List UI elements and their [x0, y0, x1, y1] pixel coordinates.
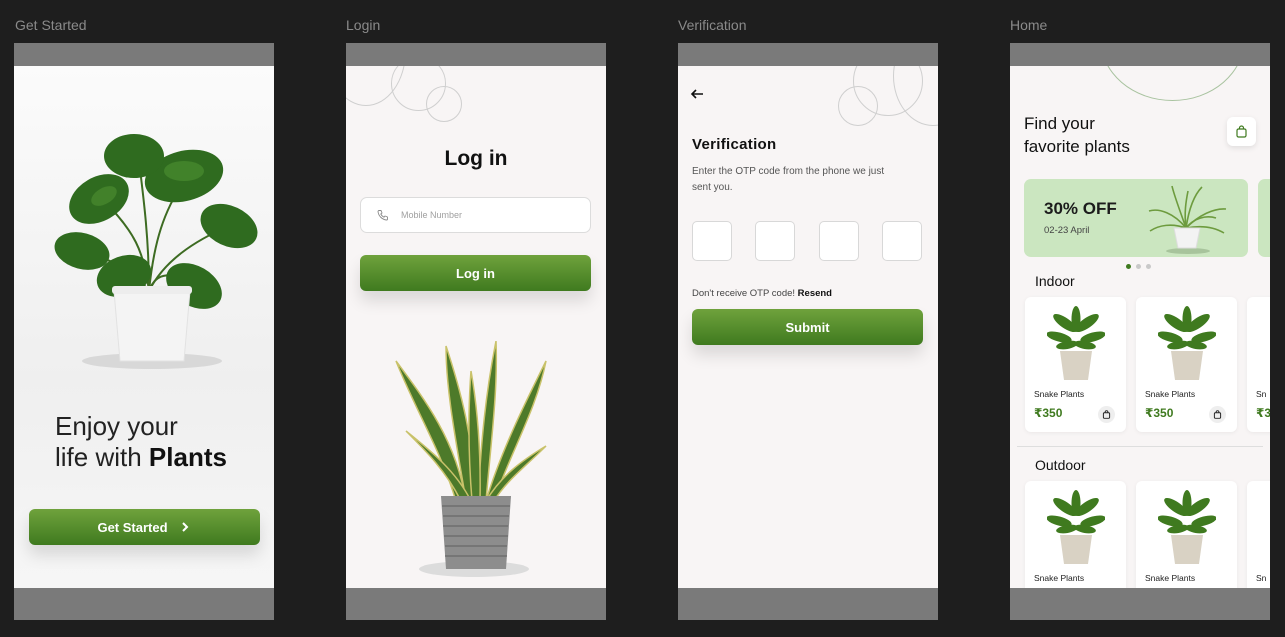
- chevron-right-icon: [181, 522, 188, 532]
- promo-banner-next[interactable]: [1258, 179, 1270, 257]
- product-price: ₹3: [1256, 406, 1270, 420]
- monstera-plant-image: [54, 134, 258, 369]
- frame-label-get-started: Get Started: [15, 17, 87, 33]
- promo-banner[interactable]: 30% OFF 02-23 April: [1024, 179, 1248, 257]
- get-started-screen: Enjoy your life with Plants Get Started: [14, 66, 274, 588]
- product-name: Snake Plants: [1034, 573, 1085, 583]
- outdoor-section-title: Outdoor: [1035, 457, 1086, 473]
- spider-plant-image: [1148, 185, 1227, 254]
- headline-line-1: Enjoy your: [55, 411, 178, 441]
- verification-title: Verification: [692, 136, 777, 153]
- home-title: Find your favorite plants: [1024, 112, 1130, 158]
- decorative-circle: [838, 86, 878, 126]
- otp-digit-2[interactable]: [755, 221, 795, 261]
- promo-title: 30% OFF: [1044, 199, 1117, 218]
- shopping-bag-icon: [1213, 410, 1222, 419]
- add-to-cart-button[interactable]: [1098, 406, 1115, 423]
- resend-row: Don't receive OTP code! Resend: [692, 288, 832, 299]
- product-price: ₹350: [1145, 406, 1174, 420]
- section-divider: [1017, 446, 1263, 447]
- arrow-left-icon[interactable]: [690, 88, 704, 100]
- login-frame: Log in Mobile Number Log in: [346, 43, 606, 620]
- carousel-dots: [1126, 264, 1151, 269]
- carousel-dot[interactable]: [1146, 264, 1151, 269]
- product-card[interactable]: Snake Plants ₹350: [1136, 297, 1237, 432]
- phone-icon: [377, 210, 388, 221]
- verification-screen: Verification Enter the OTP code from the…: [678, 66, 938, 588]
- otp-digit-3[interactable]: [819, 221, 859, 261]
- product-card[interactable]: Snake Plants: [1025, 481, 1126, 588]
- home-screen: Find your favorite plants 30% OFF 02-23 …: [1010, 66, 1270, 588]
- promo-date: 02-23 April: [1044, 225, 1090, 236]
- product-card[interactable]: Snake Plants: [1136, 481, 1237, 588]
- login-title: Log in: [444, 147, 508, 170]
- mobile-number-placeholder: Mobile Number: [401, 210, 463, 220]
- frame-label-login: Login: [346, 17, 381, 33]
- home-title-line-1: Find your: [1024, 114, 1095, 133]
- headline-line-2: life with: [55, 442, 149, 472]
- resend-link[interactable]: Resend: [798, 288, 832, 299]
- add-to-cart-button[interactable]: [1209, 406, 1226, 423]
- resend-prompt: Don't receive OTP code!: [692, 288, 798, 299]
- product-card[interactable]: Snake Plants ₹350: [1025, 297, 1126, 432]
- otp-digit-4[interactable]: [882, 221, 922, 261]
- login-button[interactable]: Log in: [360, 255, 591, 291]
- login-button-label: Log in: [456, 265, 495, 281]
- home-frame: Find your favorite plants 30% OFF 02-23 …: [1010, 43, 1270, 620]
- product-name: Sn: [1256, 573, 1267, 583]
- potted-plant-image: [1158, 306, 1216, 380]
- product-price: ₹350: [1034, 406, 1063, 420]
- carousel-dot[interactable]: [1126, 264, 1131, 269]
- decorative-circle: [426, 86, 462, 122]
- verification-description: Enter the OTP code from the phone we jus…: [692, 166, 885, 193]
- mobile-number-input[interactable]: Mobile Number: [360, 197, 591, 233]
- product-name: Snake Plants: [1034, 389, 1085, 399]
- get-started-button[interactable]: Get Started: [29, 509, 260, 545]
- shopping-bag-icon: [1102, 410, 1111, 419]
- product-card[interactable]: Sn ₹3: [1247, 297, 1270, 432]
- verification-frame: Verification Enter the OTP code from the…: [678, 43, 938, 620]
- login-screen: Log in Mobile Number Log in: [346, 66, 606, 588]
- headline-bold-word: Plants: [148, 442, 227, 472]
- potted-plant-image: [1158, 490, 1216, 564]
- potted-plant-image: [1047, 490, 1105, 564]
- decorative-circle: [893, 66, 938, 126]
- product-name: Snake Plants: [1145, 573, 1196, 583]
- home-title-line-2: favorite plants: [1024, 137, 1130, 156]
- product-name: Snake Plants: [1145, 389, 1196, 399]
- potted-plant-image: [1047, 306, 1105, 380]
- frame-label-verification: Verification: [678, 17, 747, 33]
- product-name: Sn: [1256, 389, 1267, 399]
- snake-plant-image: [395, 341, 547, 577]
- frame-label-home: Home: [1010, 17, 1048, 33]
- carousel-dot[interactable]: [1136, 264, 1141, 269]
- get-started-headline: Enjoy your life with Plants: [55, 411, 227, 473]
- indoor-section-title: Indoor: [1035, 273, 1075, 289]
- submit-button-label: Submit: [785, 319, 830, 335]
- get-started-frame: Enjoy your life with Plants Get Started: [14, 43, 274, 620]
- cart-button[interactable]: [1227, 117, 1256, 146]
- otp-digit-1[interactable]: [692, 221, 732, 261]
- shopping-bag-icon: [1236, 125, 1247, 138]
- get-started-button-label: Get Started: [97, 519, 168, 535]
- product-card[interactable]: Sn: [1247, 481, 1270, 588]
- decorative-circle: [1100, 66, 1245, 101]
- submit-button[interactable]: Submit: [692, 309, 923, 345]
